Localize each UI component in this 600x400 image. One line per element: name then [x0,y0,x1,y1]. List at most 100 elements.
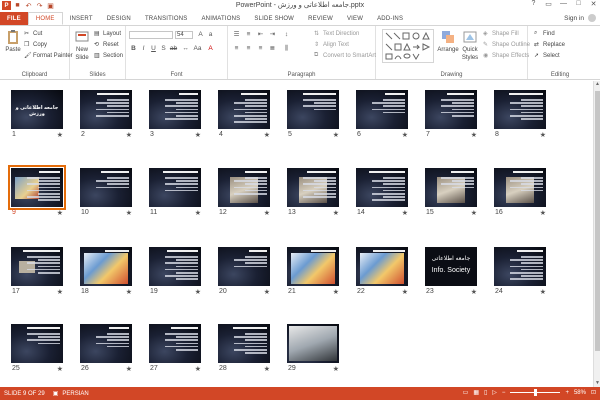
vertical-scrollbar[interactable]: ▲ ▼ [593,81,600,387]
animation-star-icon[interactable]: ★ [264,131,270,139]
underline-icon[interactable]: U [149,44,158,53]
animation-star-icon[interactable]: ★ [126,131,132,139]
columns-icon[interactable]: ⫼ [282,44,291,53]
shape-fill-button[interactable]: ◈ Shape Fill [483,30,519,38]
animation-star-icon[interactable]: ★ [471,288,477,296]
animation-star-icon[interactable]: ★ [57,209,63,217]
animation-star-icon[interactable]: ★ [402,209,408,217]
slide-preview[interactable] [425,168,477,207]
help-icon[interactable]: ? [529,0,538,8]
slide-preview[interactable] [494,168,546,207]
slide-thumbnail[interactable]: 20 ★ [218,247,270,297]
slide-sorter-view-icon[interactable]: ▦ [473,389,479,396]
animation-star-icon[interactable]: ★ [402,131,408,139]
change-case-icon[interactable]: Aa [193,44,202,53]
animation-star-icon[interactable]: ★ [264,365,270,373]
animation-star-icon[interactable]: ★ [264,288,270,296]
tab-animations[interactable]: ANIMATIONS [194,12,247,25]
slide-preview[interactable] [494,247,546,286]
tab-review[interactable]: REVIEW [301,12,340,25]
shape-effects-button[interactable]: ◉ Shape Effects [483,52,529,60]
justify-icon[interactable]: ≣ [268,44,277,53]
animation-star-icon[interactable]: ★ [333,288,339,296]
format-painter-button[interactable]: 🖌 Format Painter [24,52,73,60]
ribbon-display-icon[interactable]: ▭ [544,0,553,8]
tab-transitions[interactable]: TRANSITIONS [138,12,195,25]
slide-thumbnail[interactable]: 10 ★ [80,168,132,218]
shrink-font-icon[interactable]: a [206,30,215,39]
language[interactable]: PERSIAN [62,391,88,397]
animation-star-icon[interactable]: ★ [540,131,546,139]
slide-thumbnail[interactable]: 5 ★ [287,90,339,140]
slide-preview[interactable] [425,90,477,129]
font-name-input[interactable] [129,31,173,39]
line-spacing-icon[interactable]: ↕ [282,30,291,39]
tab-view[interactable]: VIEW [340,12,370,25]
animation-star-icon[interactable]: ★ [57,288,63,296]
animation-star-icon[interactable]: ★ [195,288,201,296]
align-left-icon[interactable]: ≡ [232,44,241,53]
layout-button[interactable]: ▤ Layout [94,30,121,38]
slide-thumbnail[interactable]: 7 ★ [425,90,477,140]
shape-outline-button[interactable]: ✎ Shape Outline [483,41,530,49]
char-spacing-icon[interactable]: ↔ [181,44,190,53]
fit-slide-icon[interactable]: ⊡ [591,389,596,396]
slide-preview[interactable] [8,165,66,210]
shapes-gallery[interactable] [382,29,434,63]
slide-thumbnail[interactable]: 11 ★ [149,168,201,218]
tab-slide-show[interactable]: SLIDE SHOW [247,12,301,25]
section-button[interactable]: ▥ Section [94,52,123,60]
slide-preview[interactable] [218,247,270,286]
slide-thumbnail[interactable]: 29 ★ [287,324,339,374]
animation-star-icon[interactable]: ★ [195,131,201,139]
replace-button[interactable]: ⇄ Replace [534,41,565,49]
slide-preview[interactable] [80,247,132,286]
animation-star-icon[interactable]: ★ [540,209,546,217]
select-button[interactable]: ➚ Select [534,52,560,60]
animation-star-icon[interactable]: ★ [540,288,546,296]
slide-preview[interactable] [287,90,339,129]
bold-icon[interactable]: B [129,44,138,53]
italic-icon[interactable]: I [139,44,148,53]
slide-preview[interactable] [149,168,201,207]
animation-star-icon[interactable]: ★ [57,365,63,373]
slide-thumbnail[interactable]: 4 ★ [218,90,270,140]
slide-preview[interactable] [218,168,270,207]
tab-add-ins[interactable]: ADD-INS [370,12,410,25]
scroll-thumb[interactable] [595,91,600,351]
slide-preview[interactable] [218,90,270,129]
reset-button[interactable]: ⟲ Reset [94,41,119,49]
slide-thumbnail[interactable]: جامعه اطلاعاتی Info. Society 23 ★ [425,247,477,297]
slide-preview[interactable] [356,90,408,129]
animation-star-icon[interactable]: ★ [471,209,477,217]
slide-thumbnail[interactable]: 14 ★ [356,168,408,218]
slide-preview[interactable] [11,247,63,286]
copy-button[interactable]: ❐ Copy [24,41,47,49]
slide-thumbnail[interactable]: 22 ★ [356,247,408,297]
normal-view-icon[interactable]: ▭ [463,389,469,396]
scroll-down-icon[interactable]: ▼ [594,380,600,387]
zoom-level[interactable]: 58% [574,390,586,396]
bullets-icon[interactable]: ☰ [232,30,241,39]
slide-thumbnail[interactable]: 3 ★ [149,90,201,140]
close-icon[interactable]: ✕ [589,0,598,8]
slide-thumbnail[interactable]: جامعه اطلاعاتی و ورزش 1 ★ [11,90,63,140]
slide-preview[interactable] [149,324,201,363]
slide-thumbnail[interactable]: 25 ★ [11,324,63,374]
animation-star-icon[interactable]: ★ [264,209,270,217]
decrease-indent-icon[interactable]: ⇤ [256,30,265,39]
animation-star-icon[interactable]: ★ [402,288,408,296]
scroll-up-icon[interactable]: ▲ [594,81,600,88]
align-text-button[interactable]: ⇕ Align Text [314,41,349,49]
start-from-beginning-icon[interactable]: ▣ [46,1,55,10]
align-right-icon[interactable]: ≡ [256,44,265,53]
shadow-icon[interactable]: S [159,44,168,53]
slide-thumbnail[interactable]: 21 ★ [287,247,339,297]
slide-preview[interactable] [287,247,339,286]
tab-design[interactable]: DESIGN [100,12,138,25]
animation-star-icon[interactable]: ★ [126,209,132,217]
slide-thumbnail[interactable]: 28 ★ [218,324,270,374]
slide-thumbnail[interactable]: 8 ★ [494,90,546,140]
maximize-icon[interactable]: □ [574,0,583,8]
slide-thumbnail[interactable]: 6 ★ [356,90,408,140]
